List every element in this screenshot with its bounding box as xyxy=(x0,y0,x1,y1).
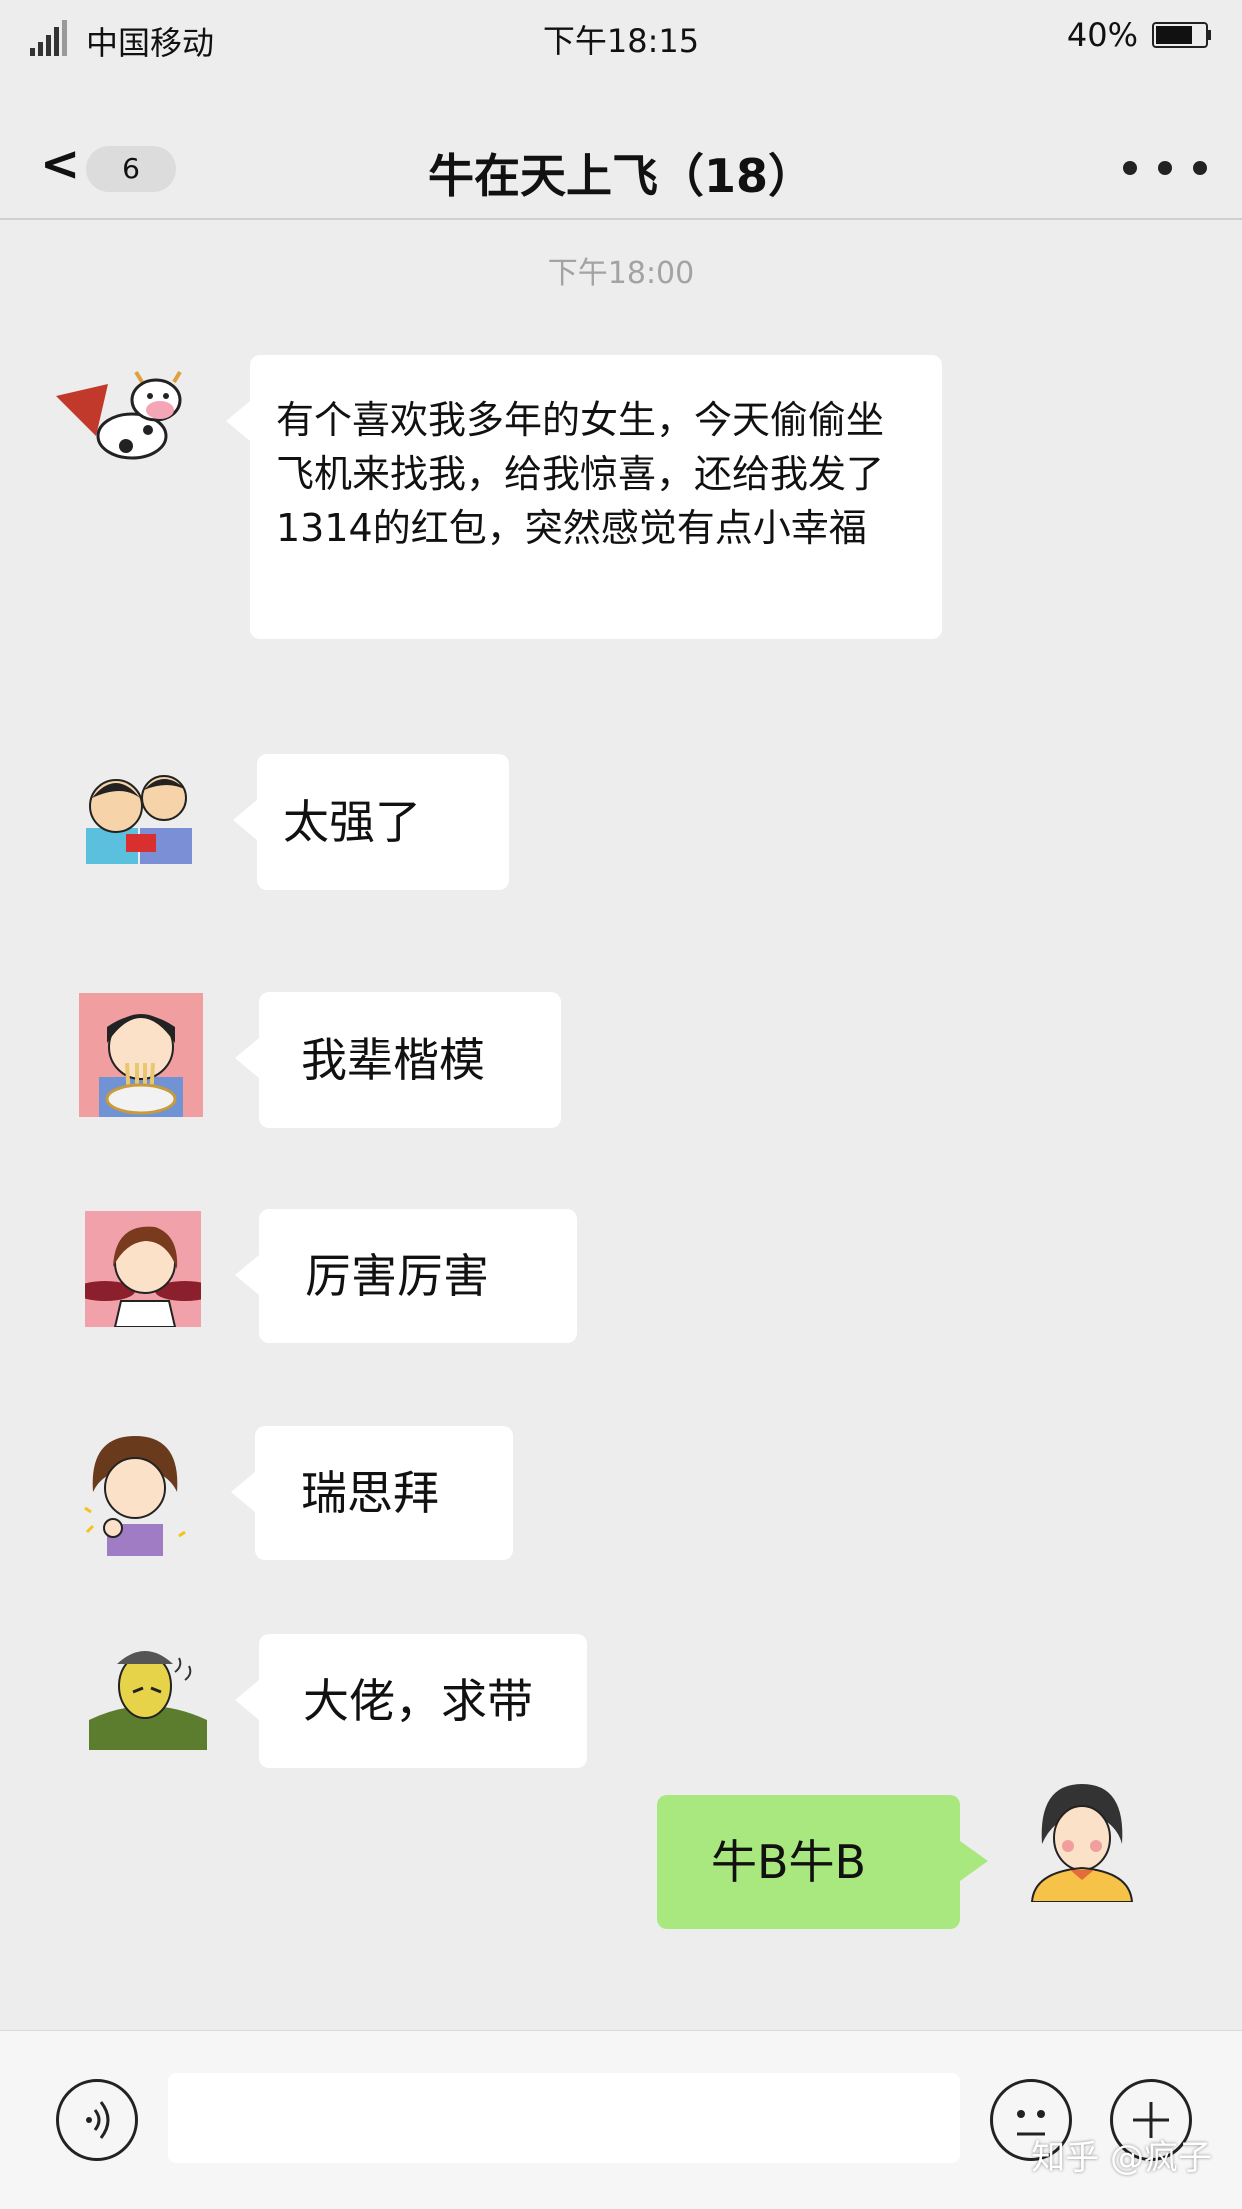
message-text: 厉害厉害 xyxy=(305,1249,489,1303)
message-bubble[interactable]: 大佬，求带 xyxy=(235,1634,587,1768)
message-bubble-sent[interactable]: 牛B牛B xyxy=(657,1795,988,1929)
more-options-icon[interactable] xyxy=(1122,160,1208,176)
message-text: 有个喜欢我多年的女生，今天偷偷坐飞机来找我，给我惊喜，还给我发了1314的红包，… xyxy=(276,398,885,550)
smiling-girl-avatar[interactable] xyxy=(85,1211,201,1327)
message-bubble[interactable]: 厉害厉害 xyxy=(235,1209,577,1343)
message-bubble[interactable]: 我辈楷模 xyxy=(235,992,561,1128)
chat-title: 牛在天上飞（18） xyxy=(427,149,814,203)
voice-input-button[interactable] xyxy=(56,2079,138,2161)
message-text: 大佬，求带 xyxy=(303,1674,533,1728)
cartoon-man-avatar[interactable] xyxy=(89,1642,207,1750)
flying-cow-avatar[interactable] xyxy=(50,366,186,466)
noodle-girl-avatar[interactable] xyxy=(79,993,203,1117)
message-bubble[interactable]: 太强了 xyxy=(233,754,509,890)
battery-icon xyxy=(1152,22,1211,48)
battery-percent: 40% xyxy=(1066,16,1138,54)
status-time: 下午18:15 xyxy=(542,22,700,60)
two-kids-avatar[interactable] xyxy=(82,768,198,864)
message-text: 太强了 xyxy=(283,795,421,849)
voice-icon xyxy=(86,2101,110,2139)
status-bar: 中国移动 下午18:15 40% xyxy=(0,0,1242,76)
message-text: 牛B牛B xyxy=(711,1835,867,1889)
chat-timestamp: 下午18:00 xyxy=(547,256,695,291)
message-bubble[interactable]: 有个喜欢我多年的女生，今天偷偷坐飞机来找我，给我惊喜，还给我发了1314的红包，… xyxy=(226,355,942,639)
my-avatar[interactable] xyxy=(1030,1780,1134,1902)
message-text: 瑞思拜 xyxy=(301,1466,439,1520)
thumbs-up-girl-avatar[interactable] xyxy=(83,1432,187,1556)
chat-header: < 6 牛在天上飞（18） xyxy=(0,110,1242,220)
watermark: 知乎 @疯子 xyxy=(1031,2138,1212,2178)
input-bar xyxy=(0,2030,1242,2209)
message-input[interactable] xyxy=(168,2073,960,2163)
message-text: 我辈楷模 xyxy=(301,1033,485,1087)
message-bubble[interactable]: 瑞思拜 xyxy=(231,1426,513,1560)
